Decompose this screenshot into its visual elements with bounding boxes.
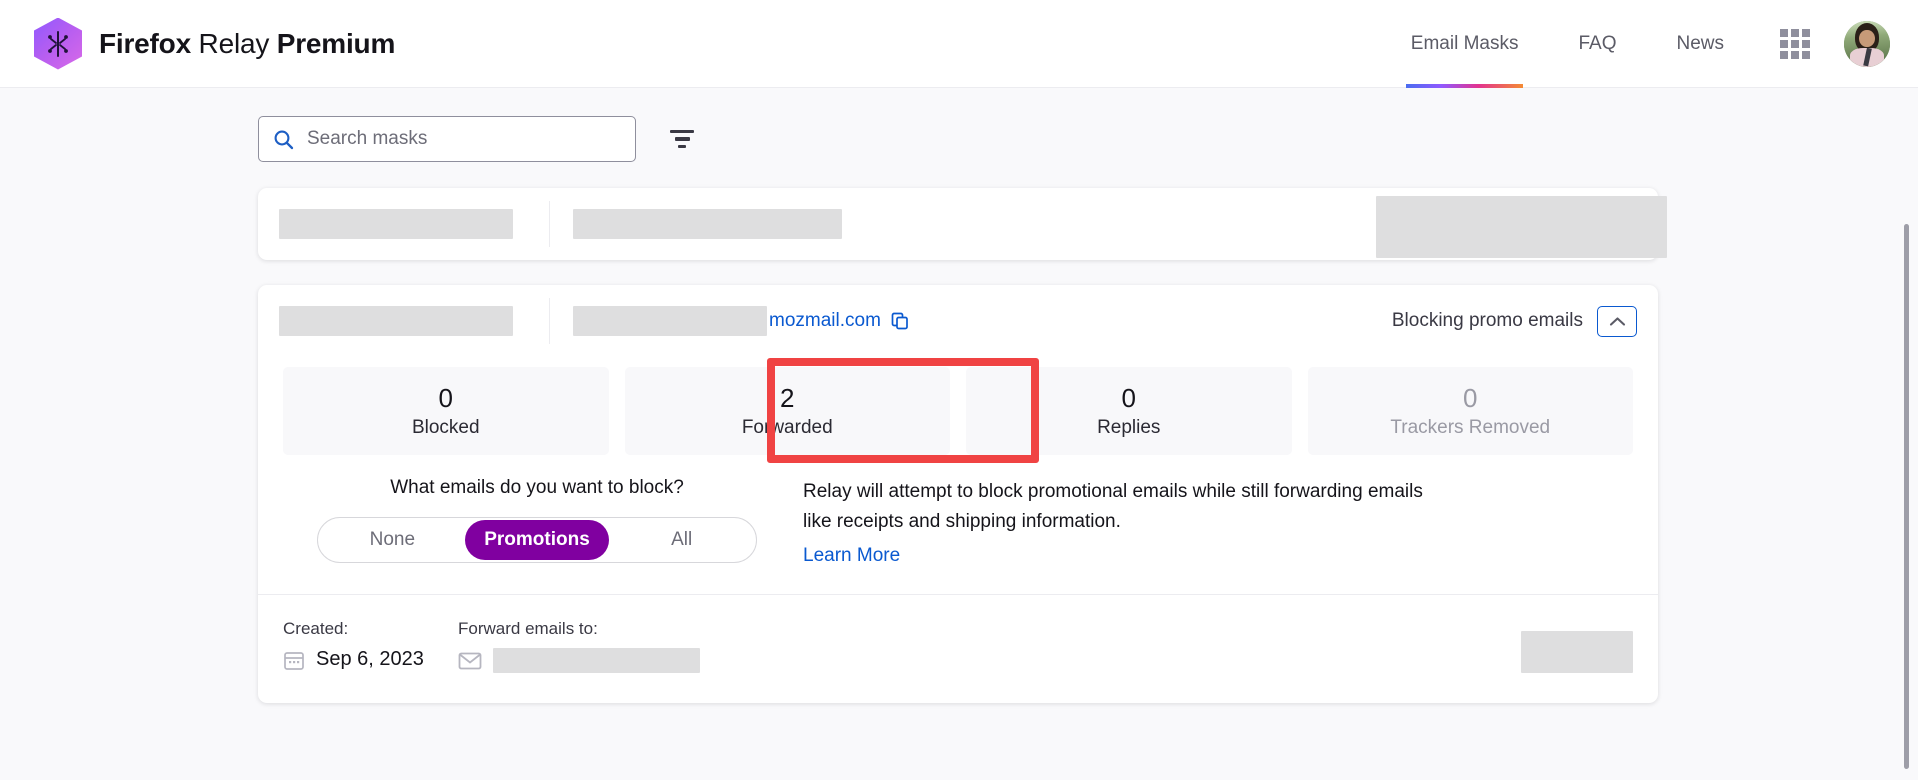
cell-divider	[549, 201, 550, 247]
filter-icon	[670, 129, 694, 149]
stat-label: Replies	[1097, 417, 1161, 438]
brand-word-firefox: Firefox	[99, 27, 191, 59]
toolbar-redacted-block	[1376, 196, 1667, 258]
meta-right-redacted	[1521, 631, 1633, 673]
learn-more-link[interactable]: Learn More	[803, 545, 900, 567]
search-input[interactable]	[307, 128, 621, 150]
avatar[interactable]	[1844, 20, 1890, 67]
block-question: What emails do you want to block?	[390, 477, 684, 498]
nav-label: Email Masks	[1410, 32, 1519, 54]
created-date: Sep 6, 2023	[316, 648, 424, 670]
mask-stats: 0 Blocked 2 Forwarded 0 Replies 0 Tracke…	[258, 357, 1658, 463]
brand-word-relay: Relay	[198, 27, 270, 59]
mask-status-cell: Blocking promo emails	[1391, 305, 1658, 337]
block-controls-left: What emails do you want to block? None P…	[283, 477, 791, 567]
nav-label: News	[1676, 32, 1724, 54]
stat-trackers-removed: 0 Trackers Removed	[1307, 367, 1633, 455]
block-controls-right: Relay will attempt to block promotional …	[791, 477, 1633, 567]
mask-card-list: mozmail.com Blocking promo emails 0 Bloc…	[0, 188, 1918, 703]
nav-item-news[interactable]: News	[1646, 0, 1754, 88]
stat-value: 2	[780, 383, 795, 413]
masks-toolbar	[0, 88, 1918, 258]
block-controls: What emails do you want to block? None P…	[258, 455, 1658, 595]
stat-label: Trackers Removed	[1390, 417, 1551, 438]
mask-address-redacted	[573, 209, 842, 239]
stat-label: Forwarded	[741, 417, 833, 438]
main-navigation: Email Masks FAQ News	[1381, 0, 1890, 88]
nav-item-faq[interactable]: FAQ	[1548, 0, 1646, 88]
block-description: Relay will attempt to block promotional …	[803, 481, 1423, 532]
mask-address-domain[interactable]: mozmail.com	[769, 310, 881, 332]
block-option-none[interactable]: None	[320, 520, 465, 560]
created-label: Created:	[283, 619, 349, 638]
mask-address-cell: mozmail.com	[573, 306, 1392, 336]
main-content: mozmail.com Blocking promo emails	[0, 88, 1918, 780]
search-icon	[274, 130, 294, 149]
nav-item-email-masks[interactable]: Email Masks	[1381, 0, 1549, 88]
stat-value: 0	[1121, 383, 1136, 413]
filter-button[interactable]	[662, 119, 702, 159]
apps-grid-icon[interactable]	[1780, 28, 1810, 59]
page-scrollbar[interactable]	[1904, 224, 1909, 769]
mask-label-cell	[279, 306, 549, 336]
forward-block: Forward emails to:	[458, 619, 1521, 673]
brand-word-premium: Premium	[276, 27, 396, 59]
mask-card-header: mozmail.com Blocking promo emails	[258, 285, 1658, 357]
copy-icon	[891, 312, 908, 330]
meta-right-cell	[1521, 619, 1633, 673]
mask-meta: Created: Sep 6, 2023 Forward emails to:	[258, 595, 1658, 703]
block-level-segmented-control: None Promotions All	[317, 517, 757, 563]
mask-address-cell	[573, 209, 1377, 239]
chevron-up-icon	[1609, 316, 1625, 326]
cell-divider	[549, 298, 550, 344]
copy-button[interactable]	[890, 311, 910, 331]
mask-label-cell	[279, 209, 549, 239]
status-badge: Blocking promo emails	[1391, 310, 1583, 331]
stat-value: 0	[438, 383, 453, 413]
forward-email-redacted	[493, 648, 700, 673]
stat-forwarded: 2 Forwarded	[624, 367, 950, 455]
stat-replies: 0 Replies	[966, 367, 1292, 455]
calendar-icon	[284, 651, 304, 670]
created-block: Created: Sep 6, 2023	[283, 619, 458, 671]
block-option-promotions[interactable]: Promotions	[464, 520, 610, 560]
mask-label-redacted	[279, 209, 513, 239]
search-box[interactable]	[258, 116, 636, 162]
firefox-relay-logo-icon	[34, 17, 82, 70]
forward-label: Forward emails to:	[458, 619, 598, 638]
created-value-row: Sep 6, 2023	[283, 648, 458, 671]
mask-card-expanded: mozmail.com Blocking promo emails 0 Bloc…	[258, 285, 1658, 703]
stat-label: Blocked	[411, 417, 480, 438]
envelope-icon	[458, 652, 482, 669]
mask-address-redacted	[573, 306, 767, 336]
nav-label: FAQ	[1578, 32, 1617, 54]
forward-value-row	[458, 648, 1521, 673]
stat-value: 0	[1463, 383, 1478, 413]
page-title: Firefox Relay Premium	[99, 28, 395, 60]
brand: Firefox Relay Premium	[34, 17, 395, 70]
collapse-button[interactable]	[1597, 305, 1637, 337]
block-option-all[interactable]: All	[609, 520, 754, 560]
app-header: Firefox Relay Premium Email Masks FAQ Ne…	[0, 0, 1918, 88]
stat-blocked: 0 Blocked	[283, 367, 609, 455]
mask-label-redacted	[279, 306, 513, 336]
